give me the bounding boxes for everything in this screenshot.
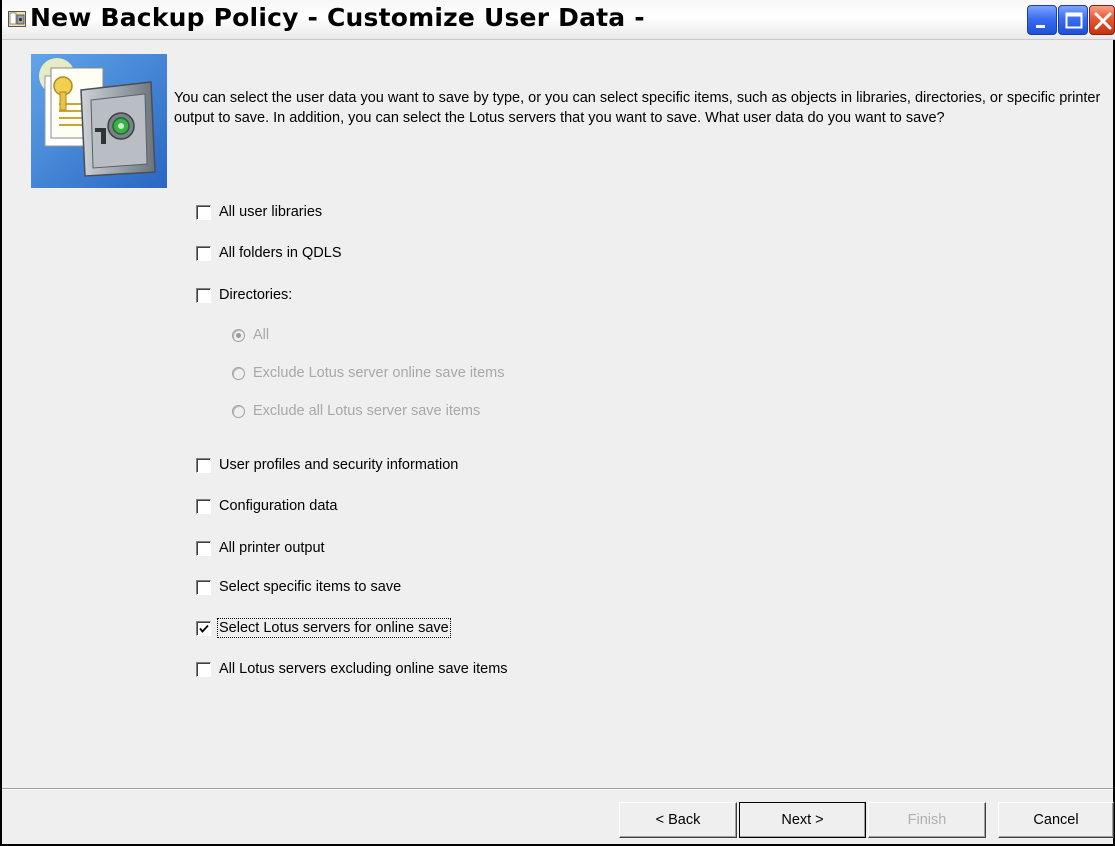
- option-label: Configuration data: [219, 498, 338, 514]
- close-button[interactable]: [1089, 5, 1115, 35]
- option-label: Directories:: [219, 287, 293, 303]
- maximize-icon: [1065, 12, 1083, 29]
- radio-exclude-lotus-online[interactable]: Exclude Lotus server online save items: [232, 362, 504, 384]
- checkbox[interactable]: [196, 457, 211, 473]
- checkbox[interactable]: [196, 540, 211, 556]
- back-button[interactable]: < Back: [619, 802, 737, 838]
- safe-icon: [31, 54, 167, 188]
- next-button[interactable]: Next >: [739, 802, 866, 838]
- checkbox[interactable]: [196, 498, 211, 514]
- checkbox-checked[interactable]: [196, 620, 211, 636]
- option-all-printer-output[interactable]: All printer output: [196, 537, 325, 559]
- option-select-specific-items[interactable]: Select specific items to save: [196, 576, 401, 598]
- intro-text: You can select the user data you want to…: [174, 90, 1101, 126]
- button-separator: [2, 788, 1113, 790]
- option-directories[interactable]: Directories:: [196, 284, 292, 306]
- radio-label: Exclude all Lotus server save items: [253, 403, 481, 419]
- radio-directories-all[interactable]: All: [232, 324, 269, 346]
- radio-label: Exclude Lotus server online save items: [253, 365, 505, 381]
- option-label: All user libraries: [219, 204, 323, 220]
- window-title: New Backup Policy - Customize User Data …: [30, 3, 645, 32]
- option-label: All printer output: [219, 540, 325, 556]
- checkbox[interactable]: [196, 245, 211, 261]
- minimize-icon: [1036, 25, 1045, 28]
- checkbox[interactable]: [196, 204, 211, 220]
- checkbox[interactable]: [196, 287, 211, 303]
- option-lotus-online-save[interactable]: Select Lotus servers for online save: [196, 617, 451, 639]
- wizard-safe-image: [31, 54, 167, 188]
- close-icon: [1094, 12, 1112, 30]
- checkmark-icon: [199, 624, 209, 633]
- radio-button[interactable]: [232, 404, 245, 418]
- radio-button[interactable]: [232, 366, 245, 380]
- finish-button[interactable]: Finish: [868, 802, 986, 838]
- radio-label: All: [253, 327, 270, 343]
- option-configuration-data[interactable]: Configuration data: [196, 495, 338, 517]
- radio-button[interactable]: [232, 328, 245, 342]
- option-all-lotus-excluding-online[interactable]: All Lotus servers excluding online save …: [196, 658, 508, 680]
- cancel-button[interactable]: Cancel: [998, 802, 1114, 838]
- title-bar[interactable]: New Backup Policy - Customize User Data …: [2, 0, 1115, 40]
- checkbox[interactable]: [196, 579, 211, 595]
- option-all-user-libraries[interactable]: All user libraries: [196, 201, 322, 223]
- wizard-window: New Backup Policy - Customize User Data …: [0, 0, 1115, 846]
- radio-exclude-all-lotus[interactable]: Exclude all Lotus server save items: [232, 400, 480, 422]
- checkbox[interactable]: [196, 661, 211, 677]
- option-label: User profiles and security information: [219, 457, 459, 473]
- option-label: All folders in QDLS: [219, 245, 342, 261]
- maximize-button[interactable]: [1058, 5, 1088, 35]
- option-label: Select Lotus servers for online save: [217, 618, 451, 638]
- app-icon: [8, 11, 26, 27]
- minimize-button[interactable]: [1027, 5, 1057, 35]
- option-user-profiles-security[interactable]: User profiles and security information: [196, 454, 458, 476]
- option-label: All Lotus servers excluding online save …: [219, 661, 508, 677]
- option-label: Select specific items to save: [219, 579, 402, 595]
- radio-selected-dot: [236, 332, 241, 338]
- option-all-folders-qdls[interactable]: All folders in QDLS: [196, 242, 342, 264]
